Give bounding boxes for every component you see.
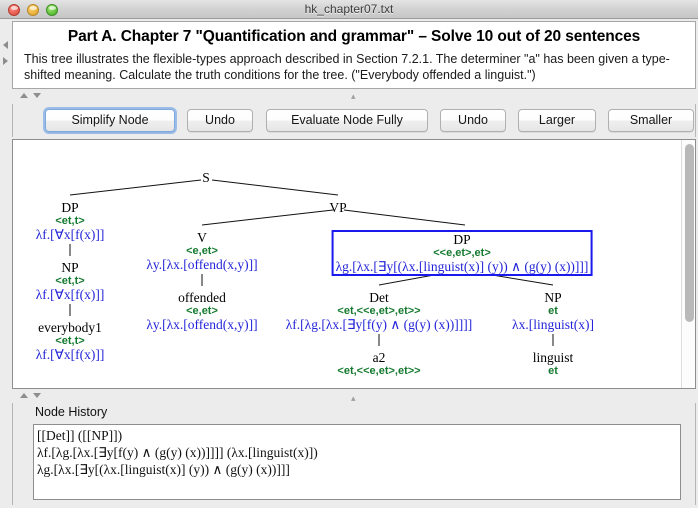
node-history-line: λg.[λx.[∃y[(λx.[linguist(x)] (y)) ∧ (g(y… [37,462,290,477]
tree-node-DP1[interactable]: DP <et,t> λf.[∀x[f(x)]] [36,200,105,242]
splitter-collapse-left-icon[interactable] [3,41,8,49]
instructions-panel: Part A. Chapter 7 "Quantification and gr… [12,21,696,89]
horizontal-splitter-controls[interactable] [0,19,12,508]
tree-node-a2[interactable]: a2 <et,<<e,et>,et>> [337,350,420,377]
splitter-down-icon-2[interactable] [33,393,41,398]
tree-node-type: <<e,et>,et> [433,247,491,259]
tree-node-type: <e,et> [186,305,218,317]
tree-node-label: Det [369,290,389,305]
tree-node-type: et [548,305,558,317]
tree-node-label: a2 [372,350,386,365]
tree-node-type: <et,t> [55,335,85,347]
toolbar-button-smaller[interactable]: Smaller [608,109,694,132]
window-title: hk_chapter07.txt [304,2,394,16]
tree-node-type: <e,et> [186,245,218,257]
tree-node-denotation: λf.[∀x[f(x)]] [35,347,105,362]
tree-node-label: NP [61,260,79,275]
tree-node-label: DP [61,200,79,215]
splitter-expand-right-icon[interactable] [3,57,8,65]
tree-vertical-scrollbar[interactable] [681,140,695,388]
tree-node-type: et [548,365,558,377]
tree-node-Det[interactable]: Det <et,<<e,et>,et>> λf.[λg.[λx.[∃y[f(y) ∧… [286,290,472,332]
tree-node-denotation: λf.[∀x[f(x)]] [35,287,105,302]
tree-node-label: offended [178,290,226,305]
toolbar-button-undo[interactable]: Undo [440,109,506,132]
tree-node-DP2[interactable]: DP <<e,et>,et> λg.[λx.[∃y[(λx.[linguist(x)… [331,230,593,276]
tree-node-denotation: λy.[λx.[offend(x,y)]] [146,257,258,272]
tree-node-NP1[interactable]: NP <et,t> λf.[∀x[f(x)]] [36,260,105,302]
tree-node-label: DP [453,232,471,247]
tree-node-type: <et,<<e,et>,et>> [337,365,421,377]
toolbar-button-evaluate-node-fully[interactable]: Evaluate Node Fully [266,109,428,132]
tree-node-label: VP [329,200,347,215]
node-history-line: λf.[λg.[λx.[∃y[f(y) ∧ (g(y) (x))]]]] (λx… [37,445,318,460]
node-history-label: Node History [35,405,108,419]
toolbar: Simplify Node Undo Evaluate Node Fully Undo… [12,104,696,137]
tree-node-denotation: λy.[λx.[offend(x,y)]] [146,317,258,332]
tree-node-label: NP [544,290,562,305]
application-window: hk_chapter07.txt Part A. Chapter 7 "Quan… [0,0,698,508]
tree-node-linguist[interactable]: linguist et [533,350,574,377]
window-content: Part A. Chapter 7 "Quantification and gr… [0,19,698,508]
tree-node-type: <et,t> [55,275,85,287]
vertical-splitter-top[interactable]: ▴ [12,89,696,103]
toolbar-button-undo[interactable]: Undo [187,109,253,132]
node-history-panel: Node History [[Det]] ([[NP]]) λf.[λg.[λx.… [12,403,696,505]
toolbar-button-simplify-node[interactable]: Simplify Node [45,109,175,132]
toolbar-button-larger[interactable]: Larger [518,109,596,132]
tree-node-type: <et,<<e,et>,et>> [337,305,421,317]
tree-node-type: <et,t> [55,215,85,227]
splitter-grip-icon[interactable]: ▴ [351,92,358,101]
node-history-textarea[interactable]: [[Det]] ([[NP]]) λf.[λg.[λx.[∃y[f(y) ∧ (g… [33,424,681,500]
tree-node-label: linguist [532,350,574,365]
tree-node-V[interactable]: V <e,et> λy.[λx.[offend(x,y)]] [146,230,257,272]
tree-node-S[interactable]: S [202,170,210,185]
instructions-text: This tree illustrates the flexible-types… [24,52,670,82]
tree-node-denotation: λx.[linguist(x)] [512,317,594,332]
vertical-splitter-bottom[interactable]: ▴ [12,390,696,403]
tree-node-label: S [202,170,210,185]
tree-scrollbar-thumb[interactable] [685,144,694,322]
node-history-line: [[Det]] ([[NP]]) [37,428,123,443]
tree-node-everybody1[interactable]: everybody1 <et,t> λf.[∀x[f(x)]] [36,320,105,362]
tree-node-label: everybody1 [38,320,102,335]
tree-node-denotation: λg.[λx.[∃y[(λx.[linguist(x)] (y)) ∧ (g(y… [335,259,589,274]
tree-canvas[interactable]: S DP <et,t> λf.[∀x[f(x)]] NP <et,t> λf.[∀x[f(x… [13,140,685,388]
tree-node-denotation: λf.[∀x[f(x)]] [35,227,105,242]
tree-node-NP2[interactable]: NP et λx.[linguist(x)] [512,290,594,332]
tree-node-VP[interactable]: VP [329,200,346,215]
splitter-down-icon[interactable] [33,93,41,98]
tree-view-panel[interactable]: S DP <et,t> λf.[∀x[f(x)]] NP <et,t> λf.[∀x[f(x… [12,139,696,389]
splitter-up-icon[interactable] [20,93,28,98]
tree-node-denotation: λf.[λg.[λx.[∃y[f(y) ∧ (g(y) (x))]]]] [285,317,473,332]
window-titlebar: hk_chapter07.txt [0,0,698,19]
splitter-up-icon-2[interactable] [20,393,28,398]
page-title: Part A. Chapter 7 "Quantification and gr… [67,28,641,45]
tree-node-label: V [197,230,207,245]
tree-node-offended[interactable]: offended <e,et> λy.[λx.[offend(x,y)]] [146,290,257,332]
